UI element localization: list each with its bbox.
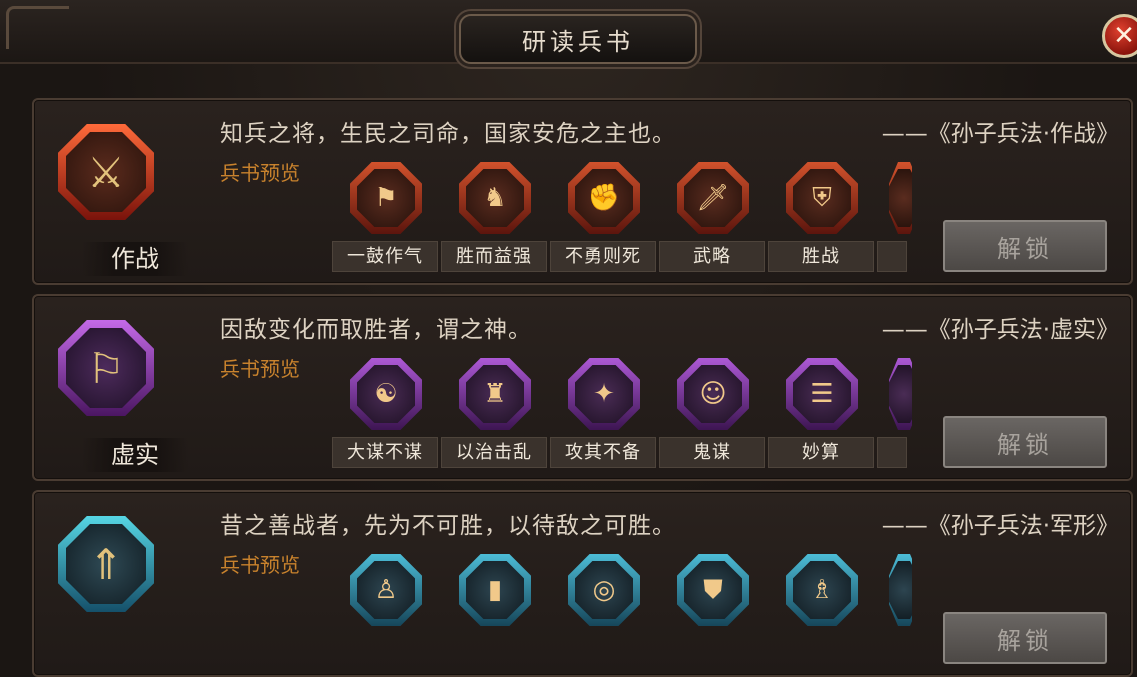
hidden-skill-icon: [889, 162, 912, 234]
crossed-swords-emblem-icon: ⚔: [58, 124, 154, 220]
skill-name: 大谋不谋: [332, 437, 438, 468]
shield-banner-icon: ⛨: [786, 162, 858, 234]
unlock-button[interactable]: 解锁: [943, 220, 1107, 272]
unlock-button[interactable]: 解锁: [943, 416, 1107, 468]
ambush-warrior-icon: ✦: [568, 358, 640, 430]
book-panel-xushi: ⚐ 虚实 因敌变化而取胜者，谓之神。 ——《孙子兵法·虚实》 兵书预览 ☯ 大谋…: [32, 294, 1133, 481]
soldier-cheer-icon: ♞: [459, 162, 531, 234]
skill-item[interactable]: ▮: [441, 554, 549, 674]
book-name: 作战: [82, 242, 188, 276]
skill-item-partial[interactable]: [877, 358, 912, 478]
ghost-advisor-icon: ☺: [677, 358, 749, 430]
skill-list: ♙ ▮ ◎ ⛊ ♗: [332, 554, 912, 674]
book-panel-zuozhan: ⚔ 作战 知兵之将，生民之司命，国家安危之主也。 ——《孙子兵法·作战》 兵书预…: [32, 98, 1133, 285]
ornament-corner: [6, 6, 69, 49]
book-name: 虚实: [82, 438, 188, 472]
skill-name-partial: [877, 437, 907, 468]
preview-label: 兵书预览: [220, 161, 300, 185]
strategist-icon: ☯: [350, 358, 422, 430]
fire-fist-icon: ✊: [568, 162, 640, 234]
skill-item[interactable]: ◎: [550, 554, 658, 674]
torn-banner-emblem-icon: ⚐: [58, 320, 154, 416]
skill-name: 不勇则死: [550, 241, 656, 272]
skill-item[interactable]: ☯ 大谋不谋: [332, 358, 440, 478]
skill-list: ☯ 大谋不谋 ♜ 以治击乱 ✦ 攻其不备 ☺ 鬼谋 ☰ 妙算: [332, 358, 912, 478]
skill-item[interactable]: ♜ 以治击乱: [441, 358, 549, 478]
hidden-skill-icon: [889, 554, 912, 626]
skill-item[interactable]: ✊ 不勇则死: [550, 162, 658, 282]
skill-item[interactable]: ✦ 攻其不备: [550, 358, 658, 478]
skill-name: 以治击乱: [441, 437, 547, 468]
scroll-icon: ☰: [786, 358, 858, 430]
skill-item[interactable]: ☺ 鬼谋: [659, 358, 767, 478]
unlock-button[interactable]: 解锁: [943, 612, 1107, 664]
skill-name: 鬼谋: [659, 437, 765, 468]
dialog-title: 研读兵书: [459, 14, 697, 64]
skill-name: 攻其不备: [550, 437, 656, 468]
book-quote: 知兵之将，生民之司命，国家安危之主也。: [220, 121, 676, 147]
commander-icon: ♜: [459, 358, 531, 430]
book-source: ——《孙子兵法·军形》: [881, 513, 1119, 539]
book-panel-junxing: ⇑ 昔之善战者，先为不可胜，以待敌之可胜。 ——《孙子兵法·军形》 兵书预览 ♙…: [32, 490, 1133, 677]
tower-shield-icon: ▮: [459, 554, 531, 626]
preview-label: 兵书预览: [220, 357, 300, 381]
skill-item[interactable]: ⛨ 胜战: [768, 162, 876, 282]
hidden-skill-icon: [889, 358, 912, 430]
book-quote: 昔之善战者，先为不可胜，以待敌之可胜。: [220, 513, 676, 539]
triple-shield-icon: ⛊: [677, 554, 749, 626]
skill-name: 胜战: [768, 241, 874, 272]
skill-name: 武略: [659, 241, 765, 272]
skill-item[interactable]: ♗: [768, 554, 876, 674]
skill-item[interactable]: 🗡 武略: [659, 162, 767, 282]
book-source: ——《孙子兵法·作战》: [881, 121, 1119, 147]
skill-name-partial: [877, 241, 907, 272]
skill-item-partial[interactable]: [877, 162, 912, 282]
preview-label: 兵书预览: [220, 553, 300, 577]
book-quote: 因敌变化而取胜者，谓之神。: [220, 317, 532, 343]
skill-item[interactable]: ⚑ 一鼓作气: [332, 162, 440, 282]
arrow-shield-emblem-icon: ⇑: [58, 516, 154, 612]
skill-item[interactable]: ☰ 妙算: [768, 358, 876, 478]
skill-item[interactable]: ⛊: [659, 554, 767, 674]
skill-item[interactable]: ♞ 胜而益强: [441, 162, 549, 282]
skill-list: ⚑ 一鼓作气 ♞ 胜而益强 ✊ 不勇则死 🗡 武略 ⛨ 胜战: [332, 162, 912, 282]
round-shield-icon: ◎: [568, 554, 640, 626]
close-icon: ✕: [1113, 21, 1135, 51]
skill-item[interactable]: ♙: [332, 554, 440, 674]
skill-name: 胜而益强: [441, 241, 547, 272]
skill-name: 妙算: [768, 437, 874, 468]
drum-flag-icon: ⚑: [350, 162, 422, 234]
skill-name: 一鼓作气: [332, 241, 438, 272]
sword-icon: 🗡: [677, 162, 749, 234]
book-source: ——《孙子兵法·虚实》: [881, 317, 1119, 343]
skill-item-partial[interactable]: [877, 554, 912, 674]
sage-icon: ♗: [786, 554, 858, 626]
guard-soldier-icon: ♙: [350, 554, 422, 626]
